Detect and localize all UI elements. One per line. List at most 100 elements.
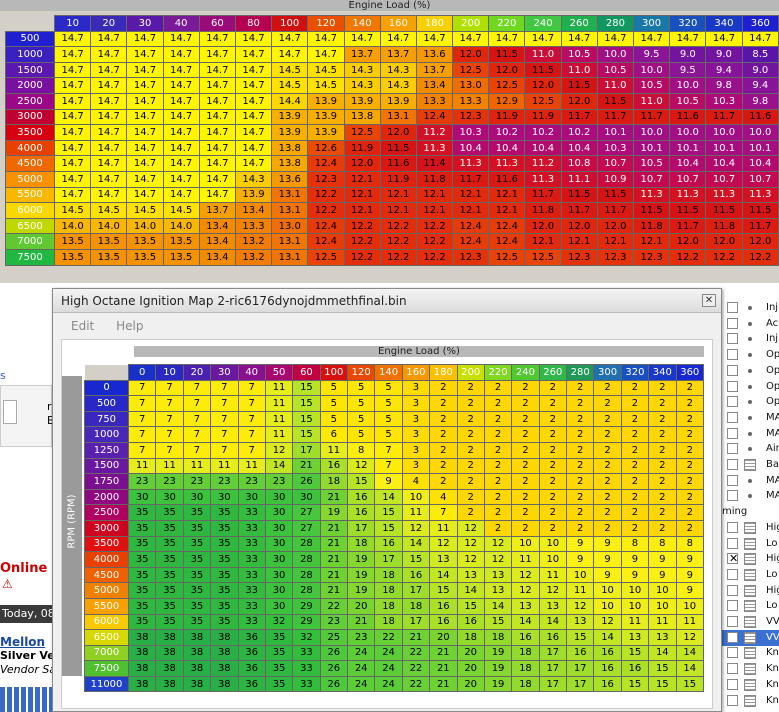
map-cell[interactable]: 2 <box>675 410 704 428</box>
map-cell[interactable]: 12.4 <box>307 155 345 172</box>
map-cell[interactable]: 2 <box>483 473 513 490</box>
map-cell[interactable]: 2 <box>483 426 513 443</box>
map-cell[interactable]: 14 <box>401 535 431 553</box>
map-list-item[interactable]: VV <box>722 629 779 646</box>
map-cell[interactable]: 18 <box>374 613 403 631</box>
map-cell[interactable]: 12.3 <box>452 108 490 126</box>
map-cell[interactable]: 30 <box>264 488 294 506</box>
map-cell[interactable]: 7 <box>182 410 212 428</box>
map-cell[interactable]: 2 <box>565 426 595 443</box>
map-cell[interactable]: 30 <box>264 504 294 521</box>
map-cell[interactable]: 11 <box>511 551 540 568</box>
map-cell[interactable]: 14.7 <box>596 30 635 48</box>
map-cell[interactable]: 35 <box>210 582 239 599</box>
map-cell[interactable]: 5 <box>374 410 403 428</box>
map-cell[interactable]: 11.7 <box>596 202 635 219</box>
map-cell[interactable]: 38 <box>182 675 212 693</box>
rpm-header-cell[interactable]: 1000 <box>84 426 129 443</box>
map-cell[interactable]: 14.7 <box>162 155 200 172</box>
map-cell[interactable]: 14.7 <box>488 30 526 48</box>
map-cell[interactable]: 2 <box>620 379 650 397</box>
map-cell[interactable]: 10 <box>648 582 677 599</box>
checkbox[interactable] <box>727 537 738 549</box>
map-cell[interactable]: 10.5 <box>560 46 598 63</box>
map-cell[interactable]: 38 <box>210 644 239 662</box>
map-cell[interactable]: 7 <box>237 426 266 443</box>
map-cell[interactable]: 17 <box>538 644 568 662</box>
map-cell[interactable]: 11 <box>429 519 458 537</box>
map-cell[interactable]: 16 <box>593 660 622 677</box>
map-cell[interactable]: 14.7 <box>234 124 273 141</box>
map-cell[interactable]: 12.1 <box>452 186 490 204</box>
map-cell[interactable]: 17 <box>565 675 595 693</box>
map-cell[interactable]: 14.7 <box>234 108 273 126</box>
map-cell[interactable]: 11.6 <box>741 108 779 126</box>
map-cell[interactable]: 11 <box>264 395 294 412</box>
map-cell[interactable]: 7 <box>182 441 212 459</box>
map-cell[interactable]: 12 <box>456 535 485 553</box>
map-cell[interactable]: 11.5 <box>560 186 598 204</box>
map-cell[interactable]: 14 <box>675 644 704 662</box>
map-list-item[interactable]: Inj <box>722 300 779 316</box>
map-cell[interactable]: 35 <box>210 613 239 631</box>
map-cell[interactable]: 33 <box>237 535 266 553</box>
map-cell[interactable]: 2 <box>648 473 677 490</box>
map-cell[interactable]: 24 <box>346 675 376 693</box>
map-cell[interactable]: 12 <box>483 551 513 568</box>
map-cell[interactable]: 13 <box>511 597 540 615</box>
map-cell[interactable]: 11.1 <box>560 170 598 188</box>
map-cell[interactable]: 20 <box>456 675 485 693</box>
map-cell[interactable]: 11 <box>155 457 184 475</box>
map-cell[interactable]: 14.4 <box>271 92 309 110</box>
rpm-header-cell[interactable]: 1500 <box>5 61 55 79</box>
map-cell[interactable]: 35 <box>155 504 184 521</box>
map-cell[interactable]: 14.3 <box>379 77 417 94</box>
load-header-cell[interactable]: 260 <box>538 364 568 381</box>
map-cell[interactable]: 2 <box>565 519 595 537</box>
map-list-item[interactable]: Kn <box>722 645 779 661</box>
map-cell[interactable]: 15 <box>374 504 403 521</box>
map-cell[interactable]: 14.0 <box>126 217 164 235</box>
map-cell[interactable]: 14.7 <box>53 61 92 79</box>
map-cell[interactable]: 35 <box>182 613 212 631</box>
map-cell[interactable]: 14.7 <box>271 46 309 63</box>
load-header-cell[interactable]: 220 <box>483 364 513 381</box>
map-cell[interactable]: 21 <box>319 535 349 553</box>
map-cell[interactable]: 2 <box>429 379 458 397</box>
load-header-cell[interactable]: 240 <box>524 15 562 32</box>
map-cell[interactable]: 12 <box>346 457 376 475</box>
map-cell[interactable]: 35 <box>127 566 157 584</box>
map-cell[interactable]: 11.8 <box>632 217 671 235</box>
rpm-header-cell[interactable]: 750 <box>84 410 129 428</box>
map-cell[interactable]: 12.1 <box>524 233 562 250</box>
map-cell[interactable]: 14.7 <box>198 139 236 157</box>
map-cell[interactable]: 12.2 <box>669 248 707 266</box>
map-cell[interactable]: 35 <box>264 660 294 677</box>
load-header-cell[interactable]: 60 <box>292 364 321 381</box>
map-cell[interactable]: 14.5 <box>53 202 92 219</box>
map-cell[interactable]: 12.4 <box>307 217 345 235</box>
map-cell[interactable]: 20 <box>456 644 485 662</box>
map-cell[interactable]: 13 <box>429 551 458 568</box>
map-cell[interactable]: 12.1 <box>343 186 381 204</box>
checkbox[interactable] <box>727 459 738 470</box>
map-cell[interactable]: 12.0 <box>669 233 707 250</box>
rpm-header-cell[interactable]: 3000 <box>84 519 129 537</box>
map-cell[interactable]: 12.2 <box>379 233 417 250</box>
map-list-item[interactable]: Kn <box>722 693 779 709</box>
map-cell[interactable]: 12.2 <box>415 233 454 250</box>
map-cell[interactable]: 35 <box>155 519 184 537</box>
map-cell[interactable]: 14.3 <box>343 61 381 79</box>
map-cell[interactable]: 2 <box>565 473 595 490</box>
map-cell[interactable]: 14 <box>675 660 704 677</box>
map-cell[interactable]: 30 <box>182 488 212 506</box>
load-header-cell[interactable]: 320 <box>669 15 707 32</box>
map-cell[interactable]: 2 <box>648 504 677 521</box>
map-cell[interactable]: 21 <box>319 488 349 506</box>
map-cell[interactable]: 10 <box>675 597 704 615</box>
load-header-cell[interactable]: 180 <box>429 364 458 381</box>
map-cell[interactable]: 16 <box>511 629 540 646</box>
map-cell[interactable]: 30 <box>210 488 239 506</box>
map-cell[interactable]: 7 <box>155 410 184 428</box>
map-cell[interactable]: 13.9 <box>307 108 345 126</box>
